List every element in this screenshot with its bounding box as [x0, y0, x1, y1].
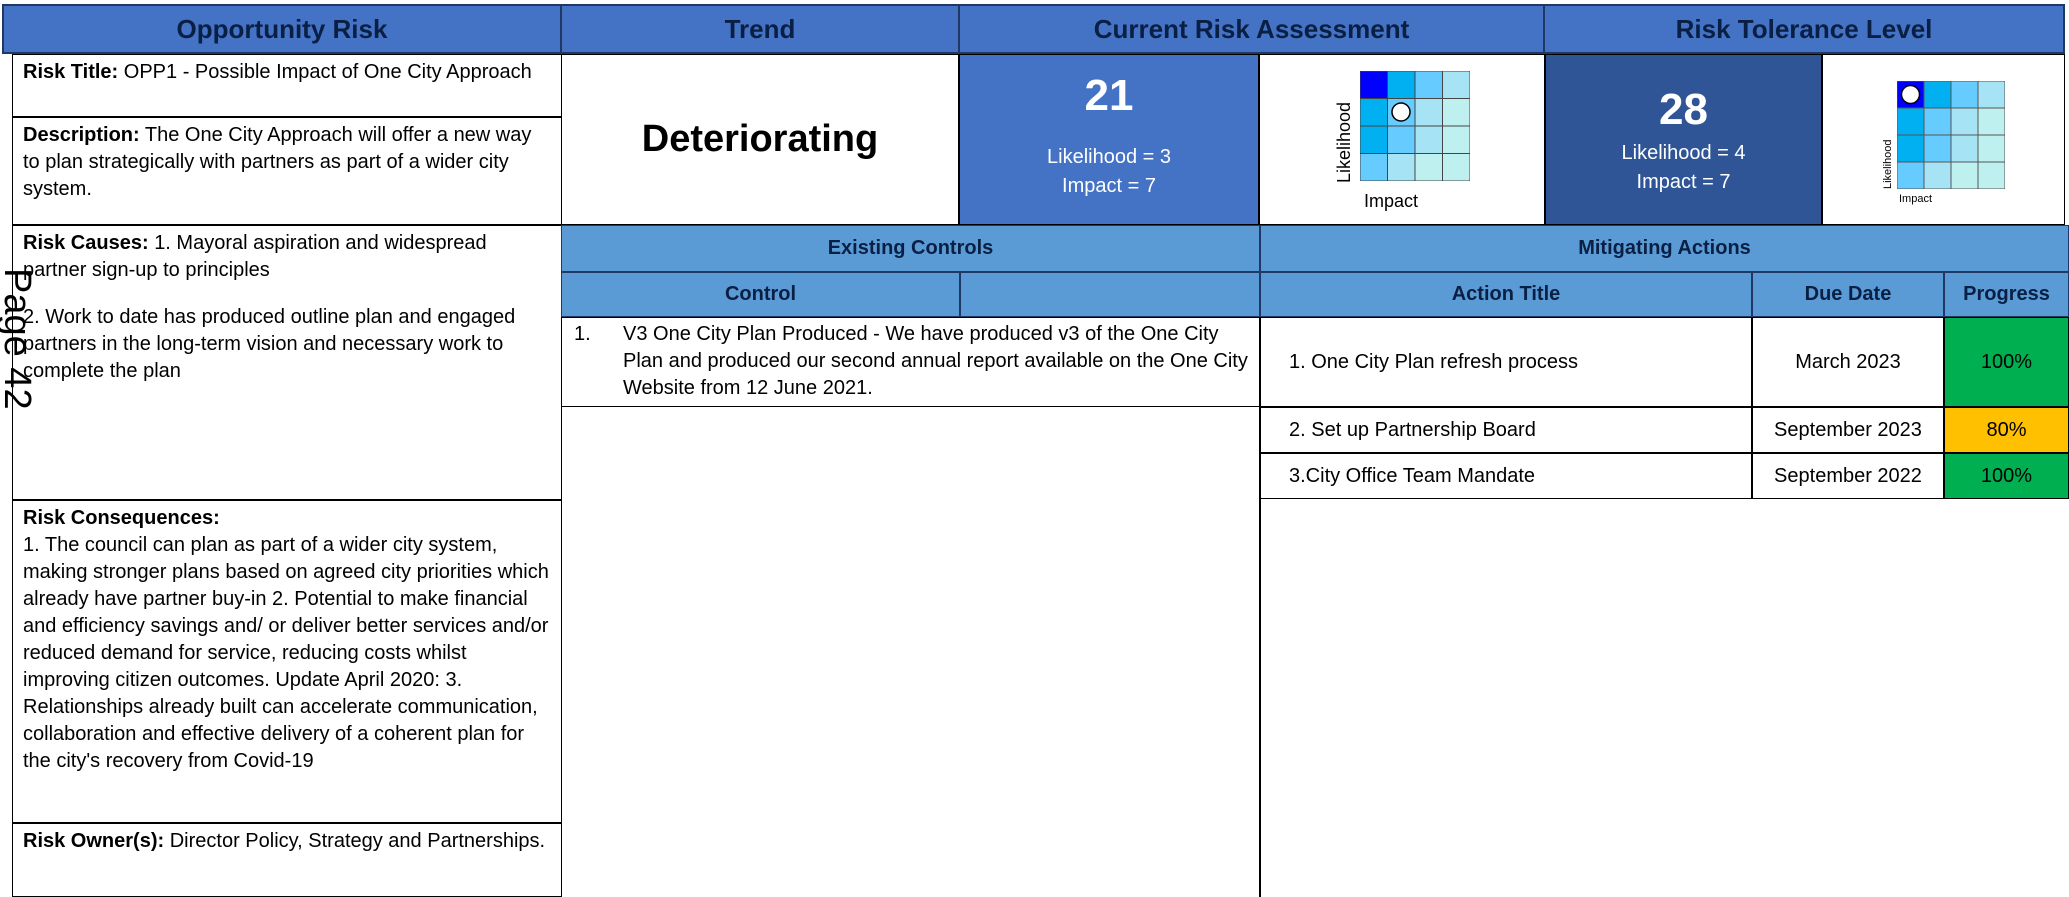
- header-opportunity-risk: Opportunity Risk: [2, 4, 562, 54]
- risk-owner-label: Risk Owner(s):: [23, 830, 165, 852]
- tolerance-impact: Impact = 7: [1636, 171, 1731, 193]
- tolerance-matrix-cell: [1950, 161, 1979, 189]
- current-matrix-cell: [1442, 71, 1470, 99]
- current-risk-marker: [1391, 102, 1411, 122]
- page-number-watermark: Page 42: [0, 268, 38, 410]
- current-matrix-cell: [1360, 71, 1388, 99]
- current-score-box: 21 Likelihood = 3 Impact = 7: [959, 54, 1259, 225]
- control-column-header-blank: [960, 272, 1260, 317]
- control-number: 1.: [574, 323, 591, 345]
- current-matrix-cell: [1442, 125, 1470, 154]
- action-title-column-header: Action Title: [1260, 272, 1752, 317]
- tolerance-matrix-grid: [1897, 81, 2005, 189]
- header-current-risk: Current Risk Assessment: [958, 4, 1545, 54]
- current-matrix-cell: [1414, 98, 1443, 127]
- tolerance-score-box: 28 Likelihood = 4 Impact = 7: [1545, 54, 1822, 225]
- header-trend: Trend: [560, 4, 960, 54]
- tolerance-matrix-cell: [1897, 161, 1925, 189]
- tolerance-matrix-cell: [1897, 134, 1925, 163]
- tolerance-matrix-cell: [1977, 134, 2005, 163]
- current-risk-matrix: Likelihood Impact: [1259, 54, 1545, 225]
- tolerance-matrix-cell: [1950, 107, 1979, 136]
- tolerance-matrix-cell: [1923, 81, 1952, 109]
- action-progress-3: 100%: [1944, 453, 2069, 499]
- trend-value: Deteriorating: [561, 54, 959, 225]
- current-matrix-cell: [1387, 125, 1416, 154]
- controls-empty-area: [561, 407, 1260, 897]
- action-title-1: 1. One City Plan refresh process: [1260, 317, 1752, 407]
- actions-empty-area: [1260, 499, 2069, 897]
- action-due-2: September 2023: [1752, 407, 1944, 453]
- tolerance-matrix-cell: [1977, 107, 2005, 136]
- control-row: 1. V3 One City Plan Produced - We have p…: [561, 317, 1260, 407]
- risk-causes-cell: Risk Causes: 1. Mayoral aspiration and w…: [12, 225, 562, 500]
- control-column-header: Control: [561, 272, 960, 317]
- action-progress-2: 80%: [1944, 407, 2069, 453]
- current-likelihood: Likelihood = 3: [1047, 146, 1171, 168]
- header-tolerance: Risk Tolerance Level: [1543, 4, 2065, 54]
- risk-title-cell: Risk Title: OPP1 - Possible Impact of On…: [12, 54, 562, 117]
- tolerance-score: 28: [1659, 85, 1708, 134]
- risk-owner-cell: Risk Owner(s): Director Policy, Strategy…: [12, 823, 562, 897]
- existing-controls-header: Existing Controls: [561, 225, 1260, 272]
- current-matrix-cell: [1414, 153, 1443, 181]
- current-matrix-cell: [1360, 153, 1388, 181]
- action-due-1: March 2023: [1752, 317, 1944, 407]
- tolerance-matrix-cell: [1897, 107, 1925, 136]
- description-label: Description:: [23, 124, 140, 146]
- tolerance-matrix-cell: [1977, 161, 2005, 189]
- tolerance-matrix-x-label: Impact: [1899, 193, 1933, 205]
- current-matrix-y-label: Likelihood: [1334, 101, 1354, 183]
- risk-register-page: Opportunity Risk Trend Current Risk Asse…: [0, 0, 2069, 897]
- current-matrix-cell: [1414, 71, 1443, 99]
- risk-title-label: Risk Title:: [23, 61, 119, 83]
- action-due-3: September 2022: [1752, 453, 1944, 499]
- risk-consequences-cell: Risk Consequences: 1. The council can pl…: [12, 500, 562, 823]
- risk-title: OPP1 - Possible Impact of One City Appro…: [123, 61, 532, 83]
- current-matrix-cell: [1387, 153, 1416, 181]
- tolerance-matrix-cell: [1977, 81, 2005, 109]
- tolerance-risk-marker: [1900, 84, 1921, 105]
- current-matrix-cell: [1442, 153, 1470, 181]
- current-matrix-x-label: Impact: [1364, 191, 1419, 211]
- current-matrix-cell: [1360, 125, 1388, 154]
- risk-consequences-text: 1. The council can plan as part of a wid…: [23, 534, 549, 772]
- risk-causes-2: 2. Work to date has produced outline pla…: [23, 306, 516, 382]
- mitigating-actions-header: Mitigating Actions: [1260, 225, 2069, 272]
- due-date-column-header: Due Date: [1752, 272, 1944, 317]
- progress-column-header: Progress: [1944, 272, 2069, 317]
- current-matrix-grid: [1360, 71, 1470, 181]
- description-cell: Description: The One City Approach will …: [12, 117, 562, 225]
- current-matrix-cell: [1414, 125, 1443, 154]
- action-progress-1: 100%: [1944, 317, 2069, 407]
- tolerance-likelihood: Likelihood = 4: [1621, 142, 1746, 164]
- current-matrix-cell: [1387, 71, 1416, 99]
- tolerance-matrix-y-label: Likelihood: [1882, 139, 1894, 189]
- tolerance-matrix-cell: [1923, 134, 1952, 163]
- current-matrix-cell: [1442, 98, 1470, 127]
- risk-consequences-label: Risk Consequences:: [23, 507, 220, 529]
- action-title-3: 3.City Office Team Mandate: [1260, 453, 1752, 499]
- current-matrix-cell: [1360, 98, 1388, 127]
- tolerance-matrix-cell: [1950, 81, 1979, 109]
- action-title-2: 2. Set up Partnership Board: [1260, 407, 1752, 453]
- tolerance-matrix-cell: [1923, 161, 1952, 189]
- tolerance-matrix-cell: [1950, 134, 1979, 163]
- current-score: 21: [1084, 71, 1134, 120]
- tolerance-matrix-cell: [1923, 107, 1952, 136]
- risk-owner: Director Policy, Strategy and Partnershi…: [169, 830, 546, 852]
- current-impact: Impact = 7: [1062, 175, 1156, 197]
- tolerance-risk-matrix: Likelihood Impact: [1822, 54, 2065, 225]
- control-text: V3 One City Plan Produced - We have prod…: [623, 323, 1248, 399]
- risk-causes-label: Risk Causes:: [23, 232, 149, 254]
